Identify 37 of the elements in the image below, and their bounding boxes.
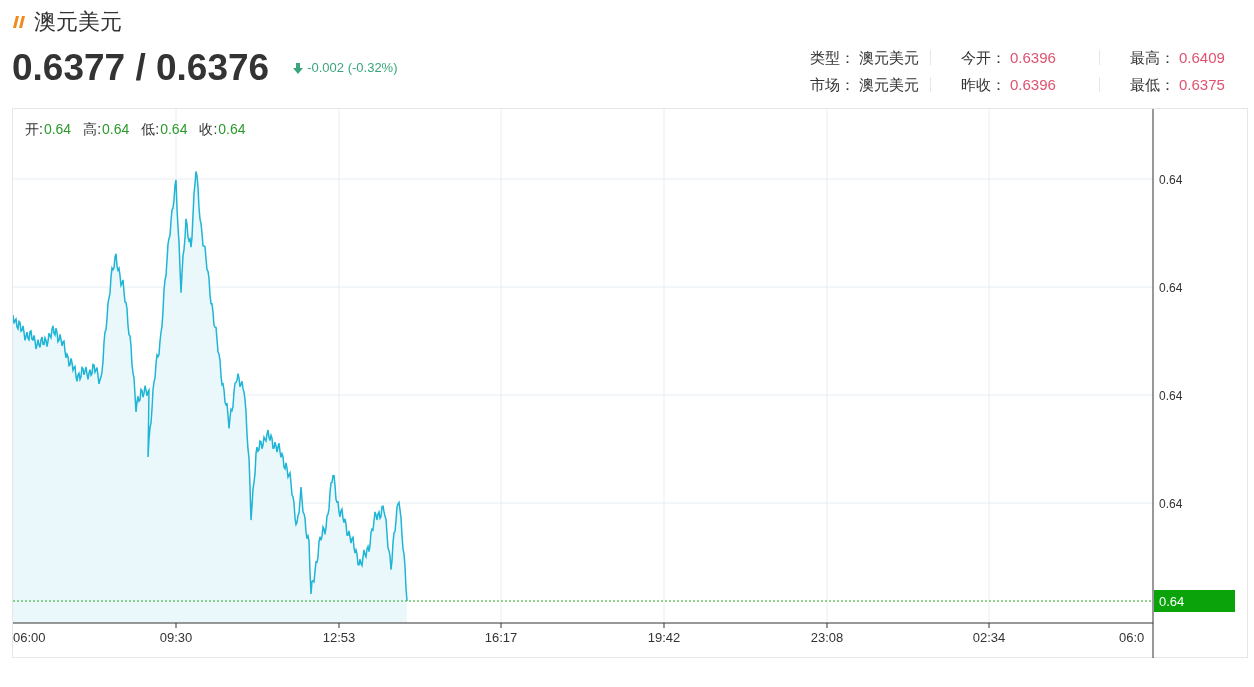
info-label: 最高： xyxy=(1130,48,1175,68)
y-axis-label: 0.64 xyxy=(1159,497,1183,511)
x-axis-label: 19:42 xyxy=(647,630,681,645)
info-value: 0.6396 xyxy=(1010,48,1056,68)
x-axis-label: 06:0 xyxy=(1119,630,1145,645)
legend-label: 高: xyxy=(83,121,102,137)
info-value: 澳元美元 xyxy=(859,48,919,68)
legend-value: 0.64 xyxy=(160,121,188,137)
current-price-tag: 0.64 xyxy=(1154,590,1235,612)
info-label: 今开： xyxy=(961,48,1006,68)
legend-value: 0.64 xyxy=(102,121,130,137)
y-axis-label: 0.64 xyxy=(1159,389,1183,403)
x-axis-label: 23:08 xyxy=(810,630,844,645)
x-axis-label: 12:53 xyxy=(322,630,356,645)
info-value: 0.6409 xyxy=(1179,48,1225,68)
info-value: 澳元美元 xyxy=(859,75,919,95)
legend-label: 收: xyxy=(199,121,218,137)
legend-value: 0.64 xyxy=(218,121,246,137)
price-change: -0.002 (-0.32%) xyxy=(307,59,398,78)
info-label: 类型： xyxy=(810,48,855,68)
slash-logo-icon xyxy=(12,15,26,29)
info-value: 0.6396 xyxy=(1010,75,1056,95)
info-label: 市场： xyxy=(810,75,855,95)
x-axis-label: 06:00 xyxy=(13,630,46,645)
info-label: 最低： xyxy=(1130,75,1175,95)
page-title: 澳元美元 xyxy=(34,8,122,36)
legend-label: 开: xyxy=(25,121,43,137)
info-value: 0.6375 xyxy=(1179,75,1225,95)
legend-value: 0.64 xyxy=(43,121,72,137)
y-axis-label: 0.64 xyxy=(1159,173,1183,187)
x-axis-label: 02:34 xyxy=(972,630,1006,645)
x-axis-label: 16:17 xyxy=(484,630,518,645)
info-label: 昨收： xyxy=(961,75,1006,95)
y-axis-label: 0.64 xyxy=(1159,281,1183,295)
x-axis-label: 09:30 xyxy=(159,630,193,645)
bid-ask-price: 0.6377 / 0.6376 xyxy=(12,48,270,88)
legend-label: 低: xyxy=(141,121,160,137)
